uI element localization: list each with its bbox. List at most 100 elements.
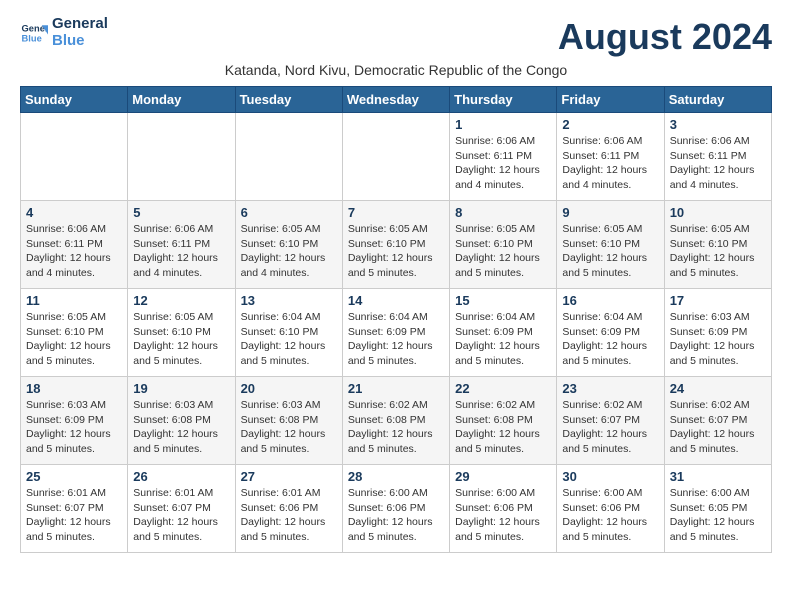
- day-info: Sunrise: 6:02 AM Sunset: 6:08 PM Dayligh…: [455, 398, 551, 457]
- calendar-cell: 5 Sunrise: 6:06 AM Sunset: 6:11 PM Daylig…: [128, 201, 235, 289]
- month-title: August 2024: [558, 16, 772, 58]
- calendar-subtitle: Katanda, Nord Kivu, Democratic Republic …: [20, 62, 772, 78]
- calendar-cell: 10Sunrise: 6:05 AM Sunset: 6:10 PM Dayli…: [664, 201, 771, 289]
- calendar-cell: 4 Sunrise: 6:06 AM Sunset: 6:11 PM Daylig…: [21, 201, 128, 289]
- calendar-cell: 24 Sunrise: 6:02 AM Sunset: 6:07 PM Dayli…: [664, 377, 771, 465]
- day-number: 25: [26, 469, 122, 484]
- day-info: Sunrise: 6:06 AM Sunset: 6:11 PM Dayligh…: [26, 222, 122, 281]
- calendar-cell: 9 Sunrise: 6:05 AM Sunset: 6:10 PM Daylig…: [557, 201, 664, 289]
- day-number: 27: [241, 469, 337, 484]
- day-info: Sunrise: 6:00 AM Sunset: 6:05 PM Dayligh…: [670, 486, 766, 545]
- day-number: 8: [455, 205, 551, 220]
- week-row-1: 1 Sunrise: 6:06 AM Sunset: 6:11 PM Daylig…: [21, 113, 772, 201]
- day-info: Sunrise: 6:00 AM Sunset: 6:06 PM Dayligh…: [348, 486, 444, 545]
- week-row-3: 11Sunrise: 6:05 AM Sunset: 6:10 PM Dayli…: [21, 289, 772, 377]
- calendar-cell: 14Sunrise: 6:04 AM Sunset: 6:09 PM Dayli…: [342, 289, 449, 377]
- day-number: 31: [670, 469, 766, 484]
- calendar-cell: 8 Sunrise: 6:05 AM Sunset: 6:10 PM Daylig…: [450, 201, 557, 289]
- day-info: Sunrise: 6:06 AM Sunset: 6:11 PM Dayligh…: [562, 134, 658, 193]
- day-info: Sunrise: 6:05 AM Sunset: 6:10 PM Dayligh…: [562, 222, 658, 281]
- day-info: Sunrise: 6:01 AM Sunset: 6:07 PM Dayligh…: [133, 486, 229, 545]
- svg-text:Blue: Blue: [22, 33, 42, 43]
- calendar-table: SundayMondayTuesdayWednesdayThursdayFrid…: [20, 86, 772, 553]
- day-number: 7: [348, 205, 444, 220]
- day-header-tuesday: Tuesday: [235, 87, 342, 113]
- logo-text: General Blue: [52, 16, 108, 49]
- calendar-cell: 12Sunrise: 6:05 AM Sunset: 6:10 PM Dayli…: [128, 289, 235, 377]
- calendar-cell: 22Sunrise: 6:02 AM Sunset: 6:08 PM Dayli…: [450, 377, 557, 465]
- calendar-cell: 18 Sunrise: 6:03 AM Sunset: 6:09 PM Dayli…: [21, 377, 128, 465]
- calendar-cell: 29 Sunrise: 6:00 AM Sunset: 6:06 PM Dayli…: [450, 465, 557, 553]
- calendar-cell: [128, 113, 235, 201]
- day-info: Sunrise: 6:02 AM Sunset: 6:07 PM Dayligh…: [562, 398, 658, 457]
- day-number: 11: [26, 293, 122, 308]
- day-number: 15: [455, 293, 551, 308]
- day-number: 9: [562, 205, 658, 220]
- calendar-cell: 21 Sunrise: 6:02 AM Sunset: 6:08 PM Dayli…: [342, 377, 449, 465]
- day-info: Sunrise: 6:03 AM Sunset: 6:09 PM Dayligh…: [26, 398, 122, 457]
- day-header-wednesday: Wednesday: [342, 87, 449, 113]
- day-number: 17: [670, 293, 766, 308]
- day-number: 20: [241, 381, 337, 396]
- day-number: 23: [562, 381, 658, 396]
- calendar-cell: 31 Sunrise: 6:00 AM Sunset: 6:05 PM Dayli…: [664, 465, 771, 553]
- calendar-cell: [21, 113, 128, 201]
- calendar-cell: [342, 113, 449, 201]
- logo-icon: General Blue: [20, 19, 48, 47]
- day-number: 18: [26, 381, 122, 396]
- day-info: Sunrise: 6:00 AM Sunset: 6:06 PM Dayligh…: [455, 486, 551, 545]
- day-info: Sunrise: 6:03 AM Sunset: 6:08 PM Dayligh…: [133, 398, 229, 457]
- day-info: Sunrise: 6:06 AM Sunset: 6:11 PM Dayligh…: [670, 134, 766, 193]
- week-row-2: 4 Sunrise: 6:06 AM Sunset: 6:11 PM Daylig…: [21, 201, 772, 289]
- calendar-cell: 3 Sunrise: 6:06 AM Sunset: 6:11 PM Daylig…: [664, 113, 771, 201]
- day-number: 30: [562, 469, 658, 484]
- day-info: Sunrise: 6:05 AM Sunset: 6:10 PM Dayligh…: [455, 222, 551, 281]
- week-row-4: 18 Sunrise: 6:03 AM Sunset: 6:09 PM Dayli…: [21, 377, 772, 465]
- day-info: Sunrise: 6:04 AM Sunset: 6:09 PM Dayligh…: [562, 310, 658, 369]
- day-info: Sunrise: 6:05 AM Sunset: 6:10 PM Dayligh…: [348, 222, 444, 281]
- day-info: Sunrise: 6:03 AM Sunset: 6:08 PM Dayligh…: [241, 398, 337, 457]
- calendar-cell: 28Sunrise: 6:00 AM Sunset: 6:06 PM Dayli…: [342, 465, 449, 553]
- day-number: 29: [455, 469, 551, 484]
- day-info: Sunrise: 6:03 AM Sunset: 6:09 PM Dayligh…: [670, 310, 766, 369]
- day-info: Sunrise: 6:01 AM Sunset: 6:07 PM Dayligh…: [26, 486, 122, 545]
- day-number: 13: [241, 293, 337, 308]
- calendar-cell: 26Sunrise: 6:01 AM Sunset: 6:07 PM Dayli…: [128, 465, 235, 553]
- day-info: Sunrise: 6:04 AM Sunset: 6:09 PM Dayligh…: [455, 310, 551, 369]
- day-info: Sunrise: 6:04 AM Sunset: 6:10 PM Dayligh…: [241, 310, 337, 369]
- calendar-cell: 20 Sunrise: 6:03 AM Sunset: 6:08 PM Dayli…: [235, 377, 342, 465]
- calendar-cell: 11Sunrise: 6:05 AM Sunset: 6:10 PM Dayli…: [21, 289, 128, 377]
- calendar-cell: 16 Sunrise: 6:04 AM Sunset: 6:09 PM Dayli…: [557, 289, 664, 377]
- day-info: Sunrise: 6:02 AM Sunset: 6:07 PM Dayligh…: [670, 398, 766, 457]
- week-row-5: 25 Sunrise: 6:01 AM Sunset: 6:07 PM Dayli…: [21, 465, 772, 553]
- day-number: 12: [133, 293, 229, 308]
- day-number: 4: [26, 205, 122, 220]
- calendar-cell: 17 Sunrise: 6:03 AM Sunset: 6:09 PM Dayli…: [664, 289, 771, 377]
- day-header-sunday: Sunday: [21, 87, 128, 113]
- day-header-thursday: Thursday: [450, 87, 557, 113]
- day-info: Sunrise: 6:05 AM Sunset: 6:10 PM Dayligh…: [670, 222, 766, 281]
- day-number: 21: [348, 381, 444, 396]
- day-info: Sunrise: 6:02 AM Sunset: 6:08 PM Dayligh…: [348, 398, 444, 457]
- calendar-cell: 27Sunrise: 6:01 AM Sunset: 6:06 PM Dayli…: [235, 465, 342, 553]
- day-number: 1: [455, 117, 551, 132]
- day-number: 6: [241, 205, 337, 220]
- day-number: 14: [348, 293, 444, 308]
- calendar-cell: 19Sunrise: 6:03 AM Sunset: 6:08 PM Dayli…: [128, 377, 235, 465]
- day-number: 3: [670, 117, 766, 132]
- header: General Blue General Blue August 2024: [20, 16, 772, 58]
- calendar-cell: 23 Sunrise: 6:02 AM Sunset: 6:07 PM Dayli…: [557, 377, 664, 465]
- calendar-cell: 15 Sunrise: 6:04 AM Sunset: 6:09 PM Dayli…: [450, 289, 557, 377]
- day-number: 24: [670, 381, 766, 396]
- day-info: Sunrise: 6:05 AM Sunset: 6:10 PM Dayligh…: [241, 222, 337, 281]
- calendar-cell: 13 Sunrise: 6:04 AM Sunset: 6:10 PM Dayli…: [235, 289, 342, 377]
- calendar-cell: [235, 113, 342, 201]
- day-number: 16: [562, 293, 658, 308]
- calendar-cell: 30 Sunrise: 6:00 AM Sunset: 6:06 PM Dayli…: [557, 465, 664, 553]
- day-info: Sunrise: 6:00 AM Sunset: 6:06 PM Dayligh…: [562, 486, 658, 545]
- calendar-cell: 7 Sunrise: 6:05 AM Sunset: 6:10 PM Daylig…: [342, 201, 449, 289]
- day-number: 5: [133, 205, 229, 220]
- day-header-friday: Friday: [557, 87, 664, 113]
- calendar-cell: 25 Sunrise: 6:01 AM Sunset: 6:07 PM Dayli…: [21, 465, 128, 553]
- day-info: Sunrise: 6:06 AM Sunset: 6:11 PM Dayligh…: [133, 222, 229, 281]
